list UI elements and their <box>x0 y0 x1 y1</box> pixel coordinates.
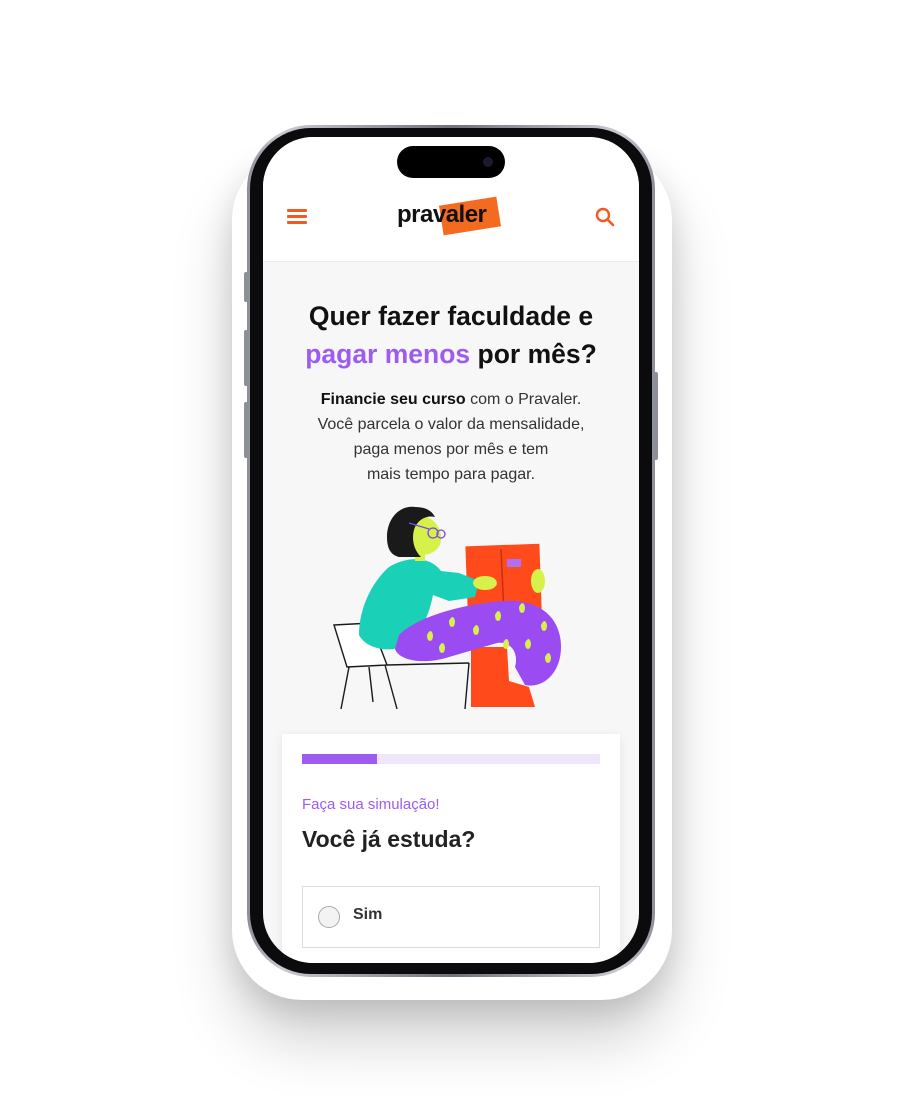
hero-text-line1-rest: com o Pravaler. <box>465 391 582 408</box>
phone-action-button <box>244 272 248 302</box>
hero-description: Financie seu curso com o Pravaler. Você … <box>283 387 619 487</box>
phone-volume-down-button <box>244 402 248 458</box>
logo-wordmark: pravaler <box>397 201 487 228</box>
phone-screen: pravaler Quer fazer faculdade e pagar me… <box>263 137 639 963</box>
hero-title-accent: pagar menos <box>305 339 471 369</box>
hamburger-line <box>287 209 307 212</box>
option-sim[interactable]: Sim <box>302 886 600 948</box>
option-sim-radio[interactable] <box>318 906 340 928</box>
simulation-kicker: Faça sua simulação! <box>302 796 440 813</box>
hero-title-rest: por mês? <box>470 339 597 369</box>
hero-title: Quer fazer faculdade e pagar menos por m… <box>263 297 639 373</box>
hero-text-line3: paga menos por mês e tem <box>353 441 549 458</box>
search-icon[interactable] <box>595 207 615 227</box>
mockup-stage: pravaler Quer fazer faculdade e pagar me… <box>0 0 904 1102</box>
hamburger-line <box>287 215 307 218</box>
pravaler-logo[interactable]: pravaler <box>397 195 505 239</box>
hero-title-line2: pagar menos por mês? <box>263 335 639 373</box>
front-camera <box>483 157 493 167</box>
hero-text-line4: mais tempo para pagar. <box>366 466 536 483</box>
option-sim-label: Sim <box>353 906 383 923</box>
simulation-progress-bar <box>302 754 600 764</box>
phone-power-button <box>654 372 658 460</box>
phone-volume-up-button <box>244 330 248 386</box>
simulation-card: Faça sua simulação! Você já estuda? Sim <box>282 734 620 963</box>
student-reading-illustration <box>333 506 561 710</box>
hamburger-icon[interactable] <box>287 209 307 225</box>
hamburger-line <box>287 221 307 224</box>
hero-text-bold: Financie seu curso <box>320 391 466 408</box>
simulation-progress-fill <box>302 754 377 764</box>
hero-text-line2: Você parcela o valor da mensalidade, <box>317 416 585 433</box>
dynamic-island <box>397 146 505 178</box>
simulation-question: Você já estuda? <box>302 826 476 852</box>
hero-title-line1: Quer fazer faculdade e <box>308 301 594 331</box>
hero-text-line1: Financie seu curso com o Pravaler. <box>283 387 619 412</box>
